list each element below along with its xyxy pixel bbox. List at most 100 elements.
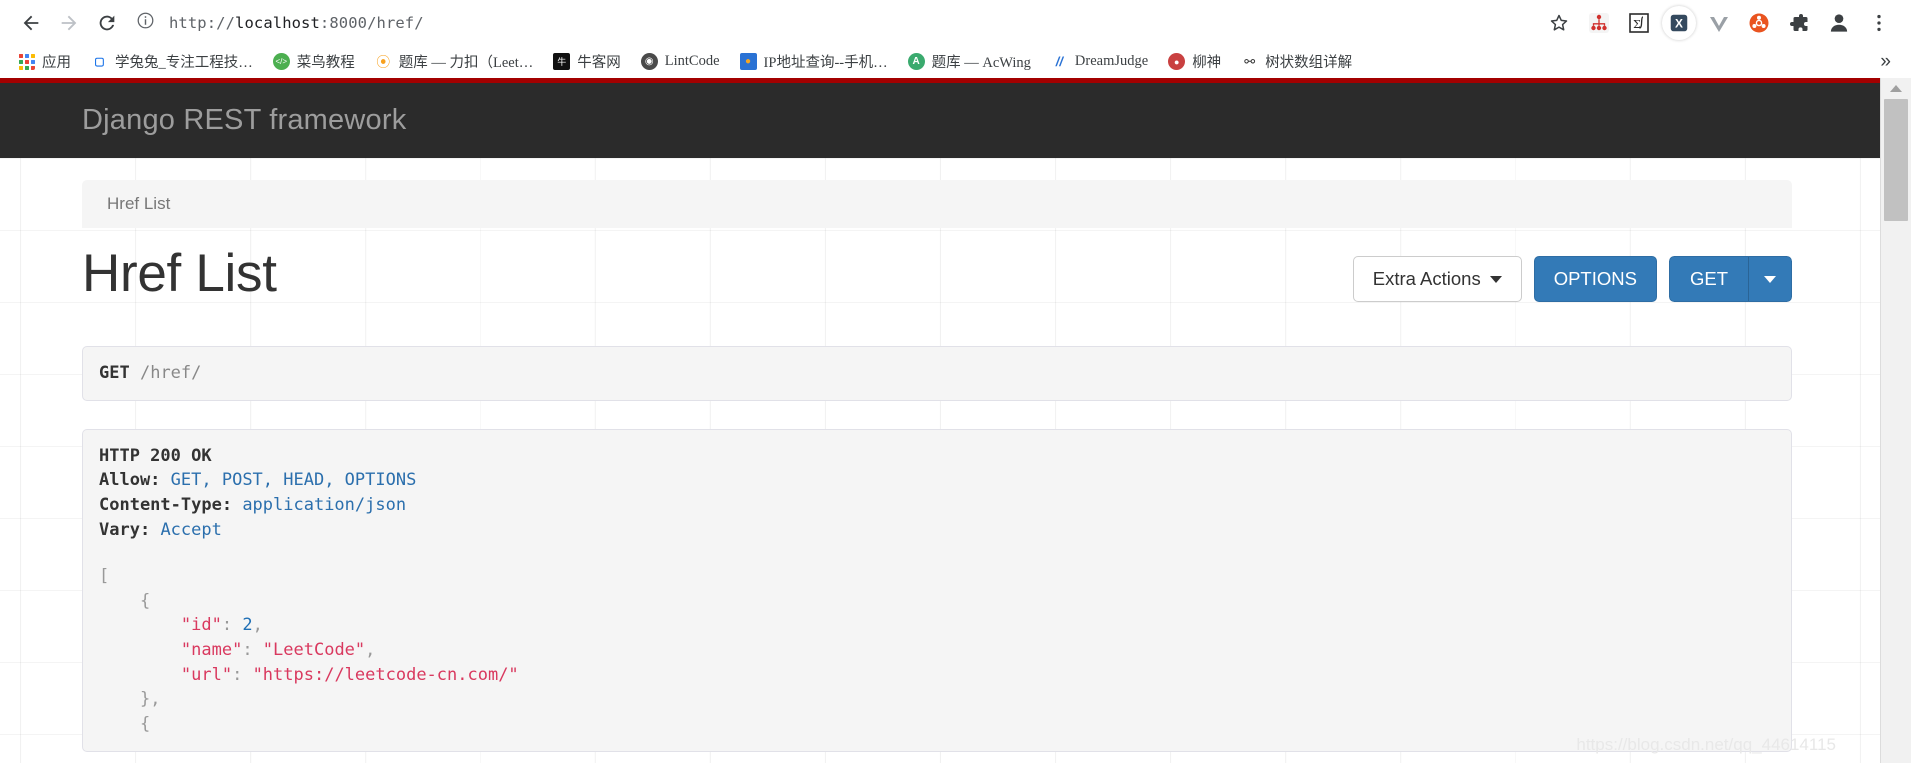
bookmark-label: LintCode [664,53,720,69]
json-token-key: "id" [180,615,222,636]
response-box: HTTP 200 OK Allow: GET, POST, HEAD, OPTI… [82,428,1792,752]
site-navbar: Django REST framework [0,83,1880,158]
acwing-icon: A [907,53,925,70]
bookmark-label: 应用 [42,55,71,71]
breadcrumb-item-href-list[interactable]: Href List [107,194,170,214]
nowcoder-icon: 牛 [553,53,571,70]
dreamjudge-icon: // [1050,53,1068,70]
navbar-brand[interactable]: Django REST framework [82,104,406,137]
header-key: Allow: [99,470,161,491]
bookmark-item[interactable]: A 题库 — AcWing [900,49,1039,75]
response-status-line: HTTP 200 OK [99,444,1775,469]
extra-actions-button[interactable]: Extra Actions [1352,256,1522,303]
header-value: GET, POST, HEAD, OPTIONS [170,470,417,491]
bookmark-item[interactable]: ◉ LintCode [633,49,728,75]
browser-chrome: http://localhost:8000/href/ Σ X 应用 ▢ 学兔兔… [0,0,1911,78]
response-header-row: Vary: Accept [99,518,1775,543]
json-line: "url": "https://leetcode-cn.com/" [99,663,1775,688]
bookmarks-bar: 应用 ▢ 学兔兔_专注工程技… </> 菜鸟教程 ⦿ 题库 — 力扣（Leet…… [0,45,1911,78]
chevron-down-icon [1764,275,1776,283]
json-line: { [99,712,1775,737]
response-json-body: [ { "id": 2, "name": "LeetCode", "url": … [99,564,1775,736]
address-bar[interactable]: http://localhost:8000/href/ [136,7,1533,39]
url-host: localhost [235,13,320,32]
page-header: Href List Extra Actions OPTIONS GET [82,246,1792,318]
page-scroll-area: Django REST framework Href List Href Lis… [0,78,1880,763]
ip-lookup-icon: ● [739,53,757,70]
page-scrollbar[interactable] [1880,78,1911,763]
xuetutu-icon: ▢ [91,53,108,70]
scroll-up-arrow-icon[interactable] [1881,78,1911,98]
url-path: :8000/href/ [319,13,424,32]
liushen-avatar-icon: ● [1168,53,1186,70]
bookmark-item[interactable]: 牛 牛客网 [545,49,629,75]
json-line: "id": 2, [99,613,1775,638]
json-token-punct: [ [99,566,110,587]
forward-arrow-icon[interactable] [50,4,88,42]
extensions-puzzle-icon[interactable] [1779,3,1819,43]
request-line: GET /href/ [99,361,1775,386]
json-token-num: 2 [242,615,253,636]
apps-grid-icon [18,53,35,70]
json-line: }, [99,687,1775,712]
json-token-punct: { [139,590,151,611]
header-value: Accept [160,519,222,540]
bookmark-item[interactable]: ⚯ 树状数组详解 [1233,49,1360,75]
response-header-row: Content-Type: application/json [99,493,1775,518]
json-token-punct: : [242,640,263,661]
bookmark-label: 题库 — 力扣（Leet… [398,55,534,71]
bookmark-label: 柳神 [1192,55,1222,71]
json-token-punct: : [232,664,253,685]
page-viewport: Django REST framework Href List Href Lis… [0,78,1911,763]
back-arrow-icon[interactable] [12,4,50,42]
vue-devtools-icon[interactable] [1699,3,1739,43]
json-token-key: "url" [180,664,233,685]
ubuntu-extension-icon[interactable] [1739,3,1779,43]
bookmark-item[interactable]: ▢ 学兔兔_专注工程技… [83,49,261,75]
runoob-icon: </> [272,53,290,70]
get-button[interactable]: GET [1668,256,1748,303]
content-container: Href List Href List Extra Actions OPTION… [0,180,1880,752]
json-token-punct: : [221,615,243,636]
svg-text:Σ: Σ [1633,18,1641,31]
reload-icon[interactable] [88,4,126,42]
scroll-thumb[interactable] [1884,99,1908,221]
page-title: Href List [82,244,277,303]
json-token-key: "name" [180,640,243,661]
chevron-down-icon [1489,275,1502,283]
bookmark-star-icon[interactable] [1539,3,1579,43]
bookmark-label: 菜鸟教程 [296,55,355,71]
bookmark-label: 学兔兔_专注工程技… [115,55,253,71]
breadcrumb: Href List [82,180,1792,228]
response-header-row: Allow: GET, POST, HEAD, OPTIONS [99,468,1775,493]
bookmarks-overflow-button[interactable]: » [1870,51,1901,73]
get-dropdown-toggle[interactable] [1748,256,1792,303]
chrome-menu-icon[interactable] [1859,3,1899,43]
url-text[interactable]: http://localhost:8000/href/ [169,14,424,32]
sitemap-extension-icon[interactable] [1579,3,1619,43]
json-line: { [99,589,1775,614]
json-line: "name": "LeetCode", [99,638,1775,663]
bookmark-item[interactable]: ⦿ 题库 — 力扣（Leet… [367,49,542,75]
json-token-punct: , [252,615,263,636]
options-button[interactable]: OPTIONS [1533,256,1657,303]
json-token-punct: , [365,640,376,661]
bookmark-item[interactable]: // DreamJudge [1043,49,1156,75]
info-circle-icon[interactable] [136,11,155,35]
profile-avatar-icon[interactable] [1819,3,1859,43]
header-key: Content-Type: [99,494,233,515]
json-token-str: "https://leetcode-cn.com/" [252,664,519,685]
bookmark-item[interactable]: </> 菜鸟教程 [265,49,363,75]
x-extension-icon[interactable]: X [1659,3,1699,43]
get-button-group: GET [1668,256,1792,303]
bookmark-item[interactable]: ● IP地址查询--手机… [732,49,896,75]
action-button-group: Extra Actions OPTIONS GET [1352,256,1792,303]
bookmark-item[interactable]: 应用 [10,49,79,75]
header-value: application/json [242,494,407,515]
bookmark-item[interactable]: ● 柳神 [1160,49,1229,75]
csdn-article-icon: ⚯ [1241,53,1259,70]
math-integral-extension-icon[interactable]: Σ [1619,3,1659,43]
svg-text:X: X [1675,16,1683,30]
request-path: /href/ [139,363,202,383]
